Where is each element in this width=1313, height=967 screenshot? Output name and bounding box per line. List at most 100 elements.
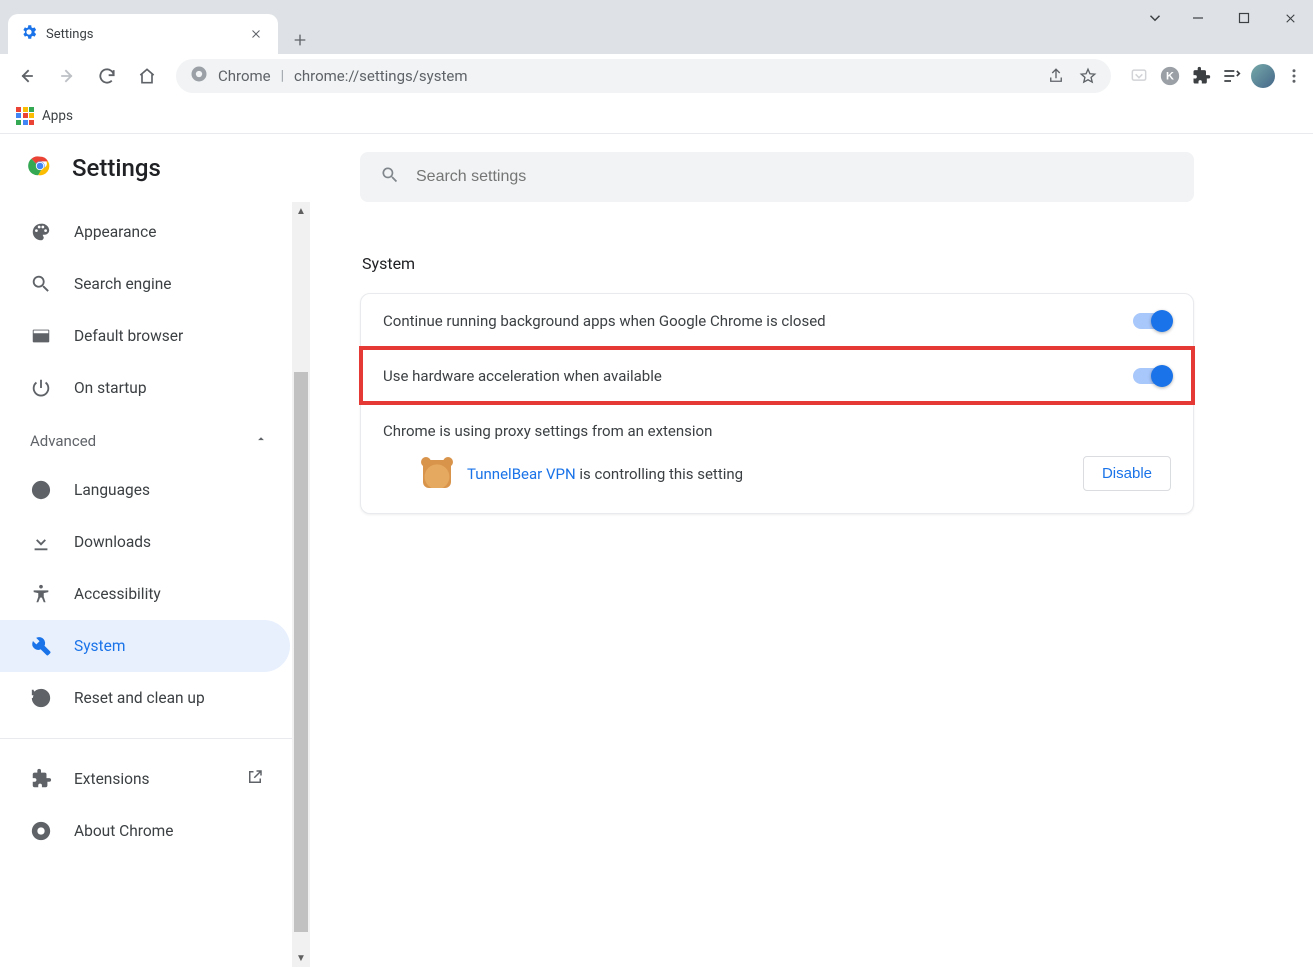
puzzle-icon <box>30 768 52 790</box>
nav-label: Appearance <box>74 223 156 241</box>
nav-label: On startup <box>74 379 147 397</box>
omnibox[interactable]: Chrome | chrome://settings/system <box>176 59 1111 93</box>
search-icon <box>30 273 52 295</box>
profile-avatar[interactable] <box>1251 64 1275 88</box>
sidebar-item-downloads[interactable]: Downloads <box>0 516 290 568</box>
tunnelbear-icon <box>423 460 451 488</box>
main-content: System Continue running background apps … <box>310 134 1313 967</box>
tab-settings[interactable]: Settings <box>8 14 278 54</box>
tabstrip: Settings <box>0 0 1135 54</box>
tab-title: Settings <box>46 27 240 42</box>
share-icon[interactable] <box>1047 67 1065 85</box>
sidebar-scroll[interactable]: Appearance Search engine Default browser… <box>0 202 310 967</box>
scroll-down-icon[interactable]: ▼ <box>292 949 310 967</box>
content: Settings Appearance Search engine Defaul… <box>0 134 1313 967</box>
browser-icon <box>30 325 52 347</box>
row-proxy: Chrome is using proxy settings from an e… <box>361 403 1193 513</box>
nav-label: Languages <box>74 481 150 499</box>
restore-icon <box>30 687 52 709</box>
globe-icon <box>30 479 52 501</box>
maximize-button[interactable] <box>1221 0 1267 36</box>
search-input[interactable] <box>416 168 1174 186</box>
pocket-icon[interactable] <box>1129 66 1149 86</box>
back-button[interactable] <box>10 59 44 93</box>
bookmarks-bar: Apps <box>0 98 1313 134</box>
apps-grid-icon[interactable] <box>16 107 34 125</box>
sidebar-separator <box>0 738 310 739</box>
sidebar-item-accessibility[interactable]: Accessibility <box>0 568 290 620</box>
system-card: Continue running background apps when Go… <box>360 293 1194 514</box>
omnibox-origin-label: Chrome <box>218 67 271 85</box>
nav-label: About Chrome <box>74 822 174 840</box>
svg-text:K: K <box>1166 71 1174 83</box>
extensions-icon[interactable] <box>1191 66 1211 86</box>
titlebar: Settings <box>0 0 1313 54</box>
sidebar-header: Settings <box>0 134 310 202</box>
palette-icon <box>30 221 52 243</box>
sidebar-item-appearance[interactable]: Appearance <box>0 206 290 258</box>
nav-label: Accessibility <box>74 585 161 603</box>
star-icon[interactable] <box>1079 67 1097 85</box>
omnibox-url: chrome://settings/system <box>294 67 467 85</box>
disable-button[interactable]: Disable <box>1083 456 1171 491</box>
reading-list-icon[interactable] <box>1221 66 1241 86</box>
chevron-up-icon <box>254 432 268 450</box>
sidebar-item-languages[interactable]: Languages <box>0 464 290 516</box>
accessibility-icon <box>30 583 52 605</box>
omnibox-separator: | <box>281 68 284 84</box>
close-window-button[interactable] <box>1267 0 1313 36</box>
open-external-icon <box>246 768 264 790</box>
k-extension-icon[interactable]: K <box>1159 65 1181 87</box>
section-title: System <box>362 254 1253 273</box>
row-background-apps[interactable]: Continue running background apps when Go… <box>361 294 1193 348</box>
wrench-icon <box>30 635 52 657</box>
forward-button[interactable] <box>50 59 84 93</box>
sidebar-item-about[interactable]: About Chrome <box>0 805 290 857</box>
search-icon <box>380 165 400 189</box>
row-hardware-acceleration[interactable]: Use hardware acceleration when available <box>361 348 1193 403</box>
minimize-button[interactable] <box>1175 0 1221 36</box>
proxy-suffix: is controlling this setting <box>576 465 743 483</box>
nav-label: Search engine <box>74 275 172 293</box>
reload-button[interactable] <box>90 59 124 93</box>
sidebar-item-system[interactable]: System <box>0 620 290 672</box>
download-icon <box>30 531 52 553</box>
proxy-title: Chrome is using proxy settings from an e… <box>383 422 1171 440</box>
sidebar-title: Settings <box>72 154 161 182</box>
nav-label: Reset and clean up <box>74 689 205 707</box>
new-tab-button[interactable] <box>286 26 314 54</box>
row-label: Use hardware acceleration when available <box>383 367 1119 385</box>
sidebar: Settings Appearance Search engine Defaul… <box>0 134 310 967</box>
window-controls <box>1175 0 1313 36</box>
row-label: Continue running background apps when Go… <box>383 312 1119 330</box>
toggle-hardware-acceleration[interactable] <box>1133 368 1171 384</box>
tab-search-button[interactable] <box>1135 0 1175 36</box>
sidebar-scrollbar[interactable]: ▲ ▼ <box>292 202 310 967</box>
gear-icon <box>20 23 38 45</box>
sidebar-item-search-engine[interactable]: Search engine <box>0 258 290 310</box>
nav-label: Default browser <box>74 327 183 345</box>
sidebar-advanced-toggle[interactable]: Advanced <box>0 414 310 464</box>
proxy-extension-link[interactable]: TunnelBear VPN <box>467 465 576 483</box>
advanced-label: Advanced <box>30 432 96 450</box>
menu-icon[interactable] <box>1285 67 1303 85</box>
toolbar: Chrome | chrome://settings/system K <box>0 54 1313 98</box>
toggle-background-apps[interactable] <box>1133 313 1171 329</box>
chrome-logo-icon <box>26 152 54 184</box>
chrome-icon <box>190 65 208 87</box>
sidebar-item-on-startup[interactable]: On startup <box>0 362 290 414</box>
sidebar-item-default-browser[interactable]: Default browser <box>0 310 290 362</box>
sidebar-item-extensions[interactable]: Extensions <box>0 753 310 805</box>
nav-label: Extensions <box>74 770 150 788</box>
settings-search[interactable] <box>360 152 1194 202</box>
power-icon <box>30 377 52 399</box>
close-icon[interactable] <box>248 26 264 42</box>
nav-label: System <box>74 637 125 655</box>
sidebar-item-reset[interactable]: Reset and clean up <box>0 672 290 724</box>
scrollbar-thumb[interactable] <box>294 372 308 932</box>
nav-label: Downloads <box>74 533 151 551</box>
chrome-small-icon <box>30 820 52 842</box>
home-button[interactable] <box>130 59 164 93</box>
scroll-up-icon[interactable]: ▲ <box>292 202 310 220</box>
bookmark-apps[interactable]: Apps <box>42 108 73 124</box>
